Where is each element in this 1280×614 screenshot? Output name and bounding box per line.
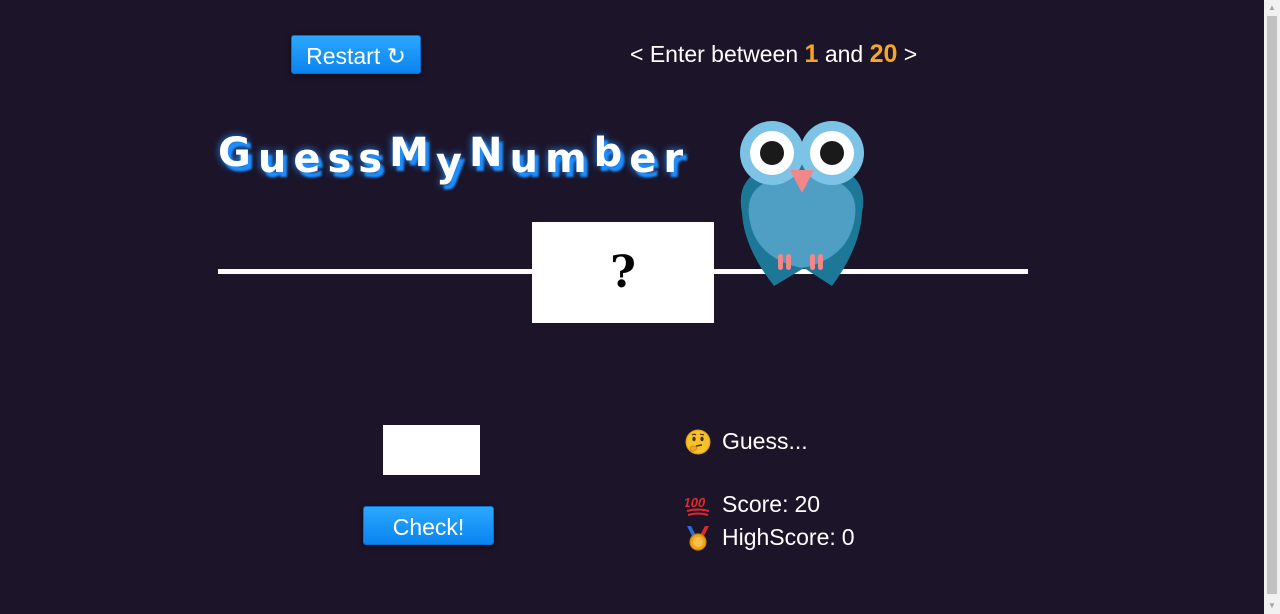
score: 100 Score: 20	[682, 491, 821, 518]
scroll-up-arrow-icon[interactable]: ▲	[1264, 0, 1280, 16]
title-letter: b	[593, 130, 630, 176]
svg-text:100: 100	[685, 495, 707, 510]
title-letter: u	[257, 136, 294, 182]
hundred-points-icon: 100	[682, 492, 711, 518]
range-hint: < Enter between 1 and 20 >	[630, 40, 917, 69]
range-hint-suffix: >	[897, 41, 918, 67]
title-letter: M	[389, 130, 436, 176]
title-letter: y	[435, 140, 469, 186]
title-letter: u	[509, 136, 545, 182]
guess-input[interactable]	[383, 425, 480, 475]
title-letter: G	[218, 130, 258, 176]
range-hint-middle: and	[818, 41, 870, 67]
title-letter: s	[327, 136, 359, 182]
title-letter: e	[629, 136, 664, 182]
score-value: 20	[794, 491, 821, 517]
vertical-scrollbar[interactable]: ▲ ▼	[1264, 0, 1280, 614]
range-max: 20	[869, 40, 898, 68]
range-hint-prefix: < Enter between	[630, 41, 805, 67]
score-label: Score:	[722, 491, 789, 517]
owl-icon	[732, 118, 872, 290]
thinking-face-icon	[685, 429, 711, 455]
scrollbar-thumb[interactable]	[1267, 16, 1277, 594]
status-message: Guess...	[685, 428, 808, 455]
title-letter: r	[663, 136, 691, 182]
restart-button[interactable]: Restart ↻	[291, 35, 421, 74]
title-letter: m	[544, 136, 594, 182]
game-title: GuessMyNumber	[218, 130, 690, 186]
title-letter: s	[358, 136, 390, 182]
highscore-value: 0	[841, 524, 855, 550]
check-button[interactable]: Check!	[363, 506, 494, 545]
status-message-text: Guess...	[722, 428, 808, 454]
secret-number-box: ?	[532, 222, 714, 323]
highscore-label: HighScore:	[722, 524, 836, 550]
range-min: 1	[804, 40, 819, 68]
title-letter: N	[468, 130, 510, 176]
medal-icon	[685, 525, 711, 551]
title-letter: e	[293, 136, 328, 182]
scroll-down-arrow-icon[interactable]: ▼	[1264, 598, 1280, 614]
game-page: Restart ↻ < Enter between 1 and 20 > Gue…	[0, 0, 1264, 614]
highscore: HighScore: 0	[685, 524, 855, 551]
